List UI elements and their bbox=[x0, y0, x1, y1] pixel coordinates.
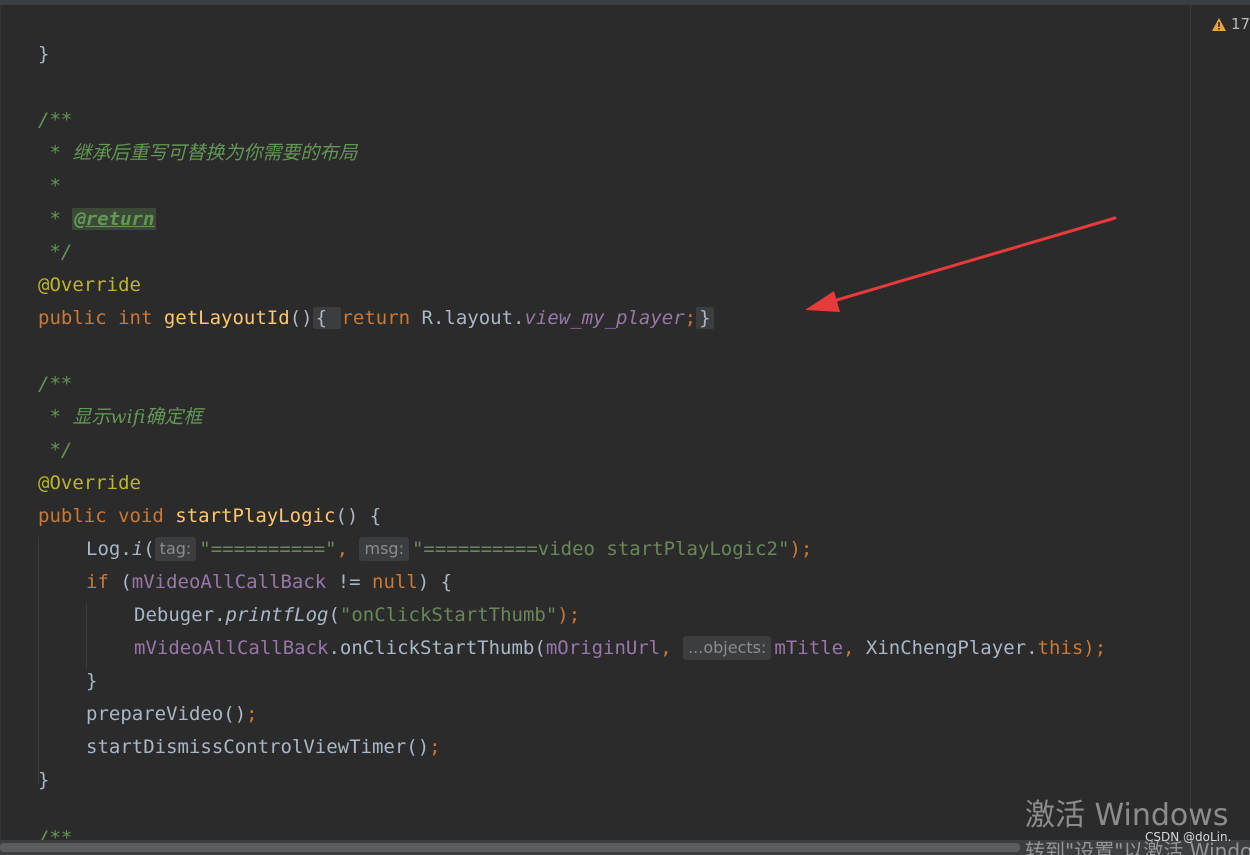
arrow-shaft bbox=[828, 216, 1117, 304]
arrow-head bbox=[805, 291, 840, 312]
csdn-credit: CSDN @doLin. bbox=[1145, 830, 1232, 844]
windows-activation-watermark: 激活 Windows 转到"设置"以激活 Windows。 bbox=[1025, 798, 1250, 855]
annotation-arrow bbox=[805, 216, 1117, 312]
watermark-line1: 激活 Windows bbox=[1025, 798, 1229, 833]
